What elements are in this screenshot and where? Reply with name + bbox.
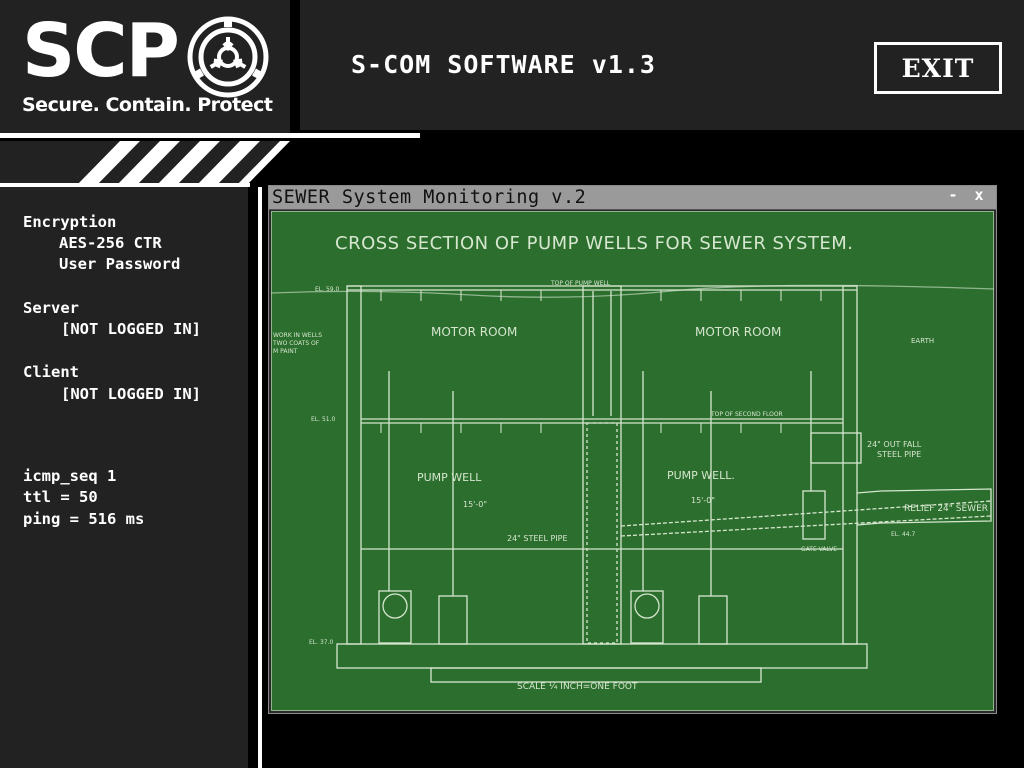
main-left-border xyxy=(258,187,262,768)
app-title: S-COM SOFTWARE v1.3 xyxy=(351,50,656,79)
client-heading: Client xyxy=(23,363,79,381)
blueprint-title: CROSS SECTION OF PUMP WELLS FOR SEWER SY… xyxy=(335,233,854,254)
scp-tagline: Secure. Contain. Protect xyxy=(22,94,273,116)
logo-panel: SCP Secure. Contain. Protect xyxy=(0,0,290,133)
label-steel-pipe: 24" STEEL PIPE xyxy=(507,534,568,543)
status-sidebar: Encryption AES-256 CTR User Password Ser… xyxy=(0,187,248,768)
scp-logo-text: SCP xyxy=(22,8,180,94)
label-dim-left: 15'-0" xyxy=(463,500,487,509)
window-titlebar[interactable]: SEWER System Monitoring v.2 - x xyxy=(269,186,996,210)
encryption-algorithm: AES-256 CTR xyxy=(59,234,162,252)
exit-button[interactable]: EXIT xyxy=(874,42,1002,94)
ping-value: ping = 516 ms xyxy=(23,510,145,528)
server-heading: Server xyxy=(23,299,79,317)
label-top-of-pump-well: TOP OF PUMP WELL xyxy=(550,280,611,287)
label-scale: SCALE ¼ INCH=ONE FOOT xyxy=(517,682,638,692)
label-note-3: M PAINT xyxy=(273,348,298,355)
encryption-mode: User Password xyxy=(59,255,181,273)
window-title: SEWER System Monitoring v.2 xyxy=(272,187,587,208)
label-note-1: WORK IN WELLS xyxy=(273,332,322,339)
label-note-2: TWO COATS OF xyxy=(272,340,320,347)
label-el-447: EL. 44.7 xyxy=(891,531,915,538)
label-pump-well-right: PUMP WELL. xyxy=(667,469,735,482)
label-earth: EARTH xyxy=(911,337,934,345)
title-bar: S-COM SOFTWARE v1.3 EXIT xyxy=(300,0,1024,130)
label-el-51: EL. 51.0 xyxy=(311,416,335,423)
pump-well-blueprint: CROSS SECTION OF PUMP WELLS FOR SEWER SY… xyxy=(271,211,994,711)
label-pump-well-left: PUMP WELL xyxy=(417,471,482,484)
label-relief-sewer: RELIEF 24" SEWER xyxy=(904,504,988,514)
minimize-button[interactable]: - xyxy=(945,186,961,208)
sidebar-divider xyxy=(248,187,258,768)
label-el-37: EL. 37.0 xyxy=(309,639,333,646)
scp-emblem-icon xyxy=(187,16,269,98)
label-el-59: EL. 59.0 xyxy=(315,286,339,293)
label-motor-room-left: MOTOR ROOM xyxy=(431,325,517,339)
label-outfall-pipe-1: 24" OUT FALL xyxy=(867,440,922,449)
client-status: [NOT LOGGED IN] xyxy=(61,385,201,403)
hazard-stripes xyxy=(0,133,420,187)
server-status: [NOT LOGGED IN] xyxy=(61,320,201,338)
label-motor-room-right: MOTOR ROOM xyxy=(695,325,781,339)
icmp-seq: icmp_seq 1 xyxy=(23,467,117,485)
label-gate-valve: GATE VALVE xyxy=(801,546,837,553)
encryption-heading: Encryption xyxy=(23,213,117,231)
label-top-second-floor: TOP OF SECOND FLOOR xyxy=(710,411,783,418)
label-dim-right: 15'-0" xyxy=(691,496,715,505)
sewer-monitor-window: SEWER System Monitoring v.2 - x CROSS SE… xyxy=(268,185,997,714)
close-button[interactable]: x xyxy=(971,186,987,208)
label-outfall-pipe-2: STEEL PIPE xyxy=(877,450,921,459)
ttl-value: ttl = 50 xyxy=(23,488,98,506)
